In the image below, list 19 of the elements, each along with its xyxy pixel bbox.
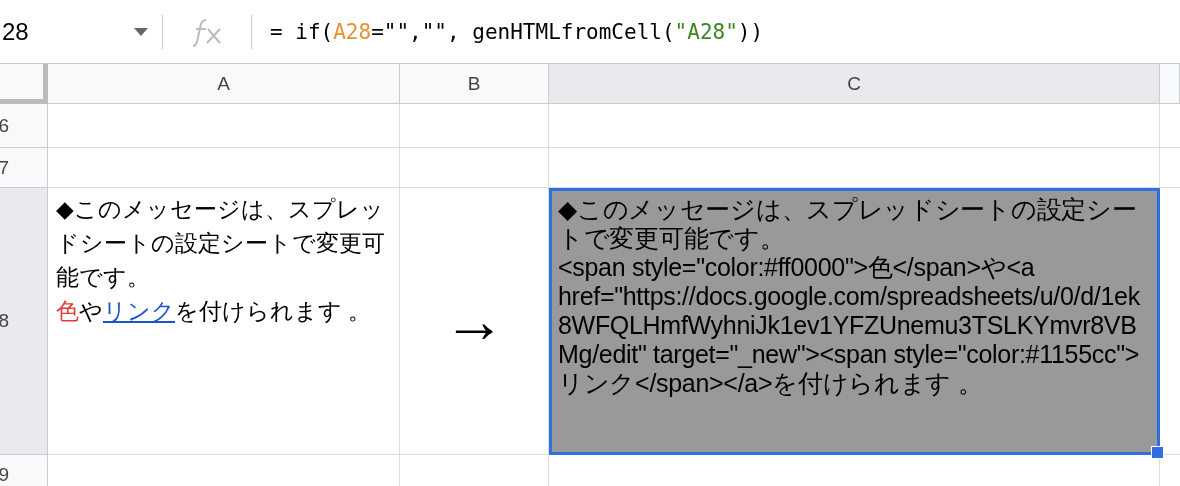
arrow-text: → — [443, 290, 505, 352]
function-icon — [190, 16, 224, 47]
select-all-corner[interactable] — [0, 64, 48, 104]
caret-icon[interactable] — [134, 27, 148, 36]
row-header[interactable]: 6 — [0, 104, 48, 148]
cell-text: ◆このメッセージは、スプレッドシートの設定シートで変更可能です。 色や リンク を付けられます 。 — [56, 195, 386, 326]
name-box[interactable]: 28 — [2, 17, 29, 46]
row-header[interactable]: 8 — [0, 188, 48, 455]
formula-field[interactable]: = if(A28="","", genHTMLfromCell("A28")) — [252, 19, 764, 44]
table-cell[interactable]: ◆このメッセージは、スプレッドシートの設定シートで変更可能です。 色や リンク を付けられます 。 — [48, 188, 400, 455]
link[interactable]: リンク — [103, 298, 175, 324]
cell-text: ◆このメッセージは、スプレッドシートの設定シートで変更可能です。 <span style="color:#ff0000">色</span>や<a href="https://docs.google.com/spreadsheets/u/0/d/1ek8WFQLHmfWyhniJk1ev1YFZUnemu3TSLKYmvr8VBMg/edit" target="_new"><span style="color:#1155cc">リンク</span></a>を付けられます 。 — [558, 195, 1141, 398]
column-header[interactable] — [1160, 64, 1180, 104]
column-header[interactable]: C — [549, 64, 1160, 104]
fill-handle[interactable] — [1151, 446, 1164, 459]
column-header[interactable]: A — [48, 64, 400, 104]
column-header[interactable]: B — [400, 64, 549, 104]
row-header[interactable]: 7 — [0, 148, 48, 188]
row-header[interactable]: 9 — [0, 455, 48, 486]
